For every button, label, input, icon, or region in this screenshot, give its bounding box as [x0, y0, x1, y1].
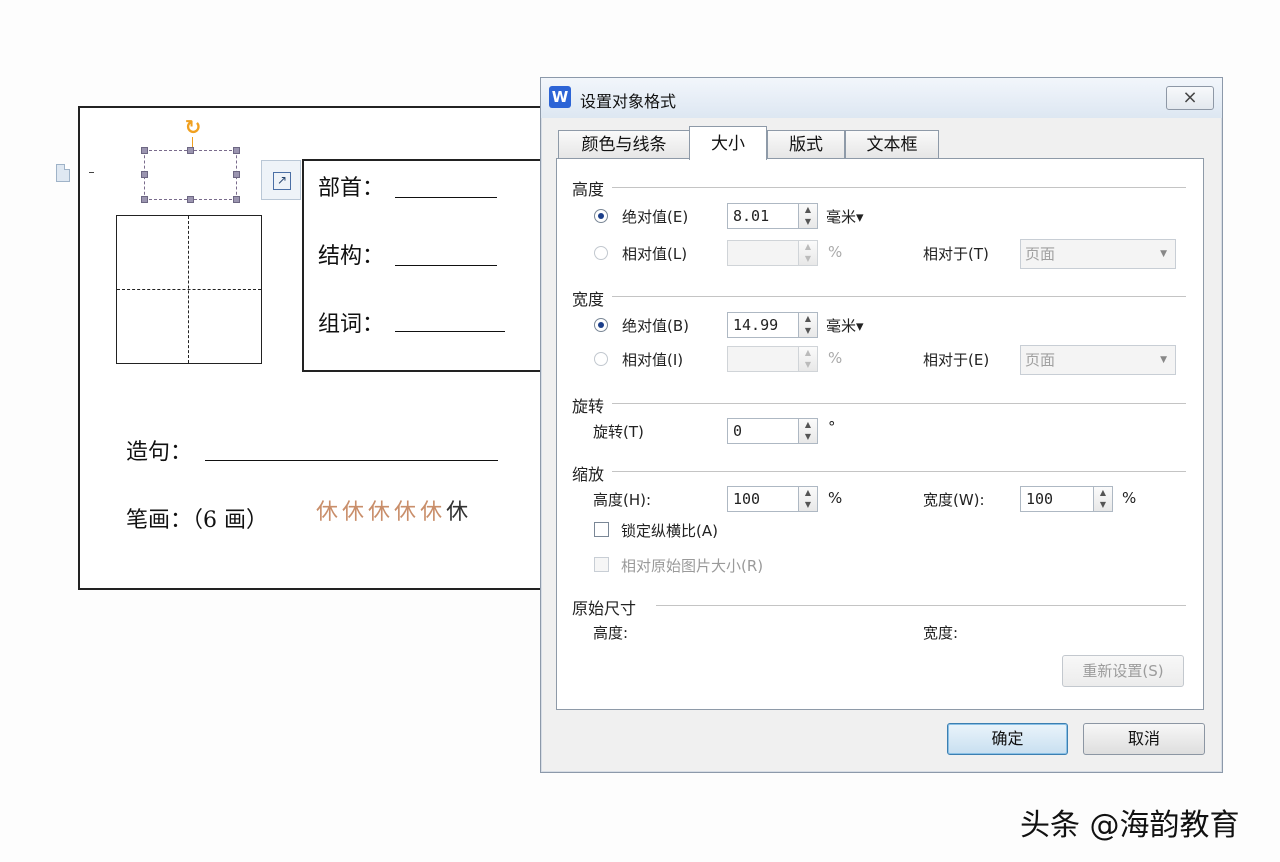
relative-original-size-checkbox[interactable] [594, 557, 609, 572]
section-divider [612, 403, 1186, 404]
resize-handle-n[interactable] [187, 147, 194, 154]
original-size-section-title: 原始尺寸 [572, 599, 637, 618]
rotation-label: 旋转(T) [593, 423, 644, 441]
selected-textbox[interactable] [144, 150, 237, 200]
width-relative-input[interactable] [727, 346, 799, 372]
tian-zi-grid-horizontal-guide [117, 289, 261, 290]
original-width-label: 宽度: [923, 624, 959, 642]
chevron-down-icon: ▼ [1160, 249, 1167, 259]
scale-width-unit: % [1122, 489, 1137, 507]
resize-handle-nw[interactable] [141, 147, 148, 154]
width-absolute-input[interactable]: 14.99 [727, 312, 799, 338]
resize-handle-w[interactable] [141, 171, 148, 178]
resize-handle-se[interactable] [233, 196, 240, 203]
width-relative-label: 相对值(I) [622, 351, 684, 369]
close-button[interactable]: ⨯ [1166, 86, 1214, 110]
width-relative-spinner[interactable]: ▲ ▼ [798, 346, 818, 372]
lock-aspect-ratio-checkbox[interactable] [594, 522, 609, 537]
ok-button[interactable]: 确定 [947, 723, 1068, 755]
tab-size[interactable]: 大小 [689, 126, 767, 160]
page-marker [89, 172, 94, 173]
stroke-char: 休 [394, 500, 421, 525]
bushou-label: 部首： [318, 176, 385, 201]
cancel-button[interactable]: 取消 [1083, 723, 1205, 755]
resize-handle-sw[interactable] [141, 196, 148, 203]
jiegou-label: 结构： [318, 244, 385, 269]
scale-height-label: 高度(H): [593, 491, 652, 509]
reset-button[interactable]: 重新设置(S) [1062, 655, 1184, 687]
height-relative-label: 相对值(L) [622, 245, 688, 263]
height-relative-to-select[interactable]: 页面 ▼ [1020, 239, 1176, 269]
original-height-label: 高度: [593, 624, 629, 642]
section-divider [612, 296, 1186, 297]
tab-colors-lines[interactable]: 颜色与线条 [558, 130, 690, 158]
height-section-title: 高度 [572, 180, 605, 199]
height-absolute-radio[interactable] [594, 209, 608, 223]
height-relative-to-label: 相对于(T) [923, 245, 989, 263]
width-section-title: 宽度 [572, 290, 605, 309]
chevron-down-icon: ▼ [1160, 355, 1167, 365]
width-absolute-label: 绝对值(B) [622, 317, 689, 335]
bihua-label: 笔画：（6 画） [126, 508, 268, 533]
bushou-blank [395, 197, 497, 198]
section-divider [612, 187, 1186, 188]
dialog-title: 设置对象格式 [580, 92, 677, 111]
relative-original-size-label: 相对原始图片大小(R) [621, 557, 764, 575]
zaoju-blank [205, 460, 498, 461]
page-icon [56, 164, 70, 182]
width-absolute-radio[interactable] [594, 318, 608, 332]
stroke-order-chars: 休休休休休休 [316, 494, 472, 526]
stroke-char: 休 [342, 500, 369, 525]
layout-options-icon: ↗ [273, 172, 291, 190]
height-relative-to-value: 页面 [1025, 245, 1056, 263]
zuci-label: 组词： [318, 312, 385, 337]
width-relative-to-label: 相对于(E) [923, 351, 990, 369]
height-relative-input[interactable] [727, 240, 799, 266]
tab-textbox[interactable]: 文本框 [845, 130, 939, 158]
stroke-char: 休 [316, 500, 343, 525]
jiegou-blank [395, 265, 497, 266]
width-relative-to-value: 页面 [1025, 351, 1056, 369]
width-relative-to-select[interactable]: 页面 ▼ [1020, 345, 1176, 375]
width-relative-radio[interactable] [594, 352, 608, 366]
resize-handle-s[interactable] [187, 196, 194, 203]
rotation-spinner[interactable]: ▲ ▼ [798, 418, 818, 444]
tab-layout[interactable]: 版式 [767, 130, 845, 158]
scale-height-input[interactable]: 100 [727, 486, 799, 512]
section-divider [612, 471, 1186, 472]
stroke-char: 休 [446, 500, 473, 525]
zuci-blank [395, 331, 505, 332]
height-absolute-label: 绝对值(E) [622, 208, 689, 226]
wps-app-icon: W [549, 86, 571, 108]
resize-handle-e[interactable] [233, 171, 240, 178]
lock-aspect-ratio-label: 锁定纵横比(A) [621, 522, 718, 540]
resize-handle-ne[interactable] [233, 147, 240, 154]
rotate-handle-icon[interactable]: ↻ [182, 116, 204, 138]
height-relative-spinner[interactable]: ▲ ▼ [798, 240, 818, 266]
height-unit-dropdown[interactable]: 毫米▾ [826, 206, 864, 227]
section-divider [656, 605, 1186, 606]
height-relative-unit: % [828, 243, 843, 261]
height-absolute-input[interactable]: 8.01 [727, 203, 799, 229]
rotation-section-title: 旋转 [572, 397, 605, 416]
width-unit-dropdown[interactable]: 毫米▾ [826, 315, 864, 336]
close-icon: ⨯ [1182, 87, 1198, 108]
zaoju-label: 造句： [126, 440, 193, 465]
scale-width-label: 宽度(W): [923, 491, 985, 509]
rotation-unit: ° [828, 418, 836, 436]
stroke-char: 休 [368, 500, 395, 525]
scale-width-input[interactable]: 100 [1020, 486, 1094, 512]
stroke-char: 休 [420, 500, 447, 525]
scale-height-spinner[interactable]: ▲ ▼ [798, 486, 818, 512]
watermark: 头条 @海韵教育 [1020, 808, 1240, 843]
scale-section-title: 缩放 [572, 465, 605, 484]
width-relative-unit: % [828, 349, 843, 367]
layout-options-button[interactable]: ↗ [261, 160, 301, 200]
height-absolute-spinner[interactable]: ▲ ▼ [798, 203, 818, 229]
rotation-input[interactable]: 0 [727, 418, 799, 444]
scale-width-spinner[interactable]: ▲ ▼ [1093, 486, 1113, 512]
width-absolute-spinner[interactable]: ▲ ▼ [798, 312, 818, 338]
height-relative-radio[interactable] [594, 246, 608, 260]
scale-height-unit: % [828, 489, 843, 507]
